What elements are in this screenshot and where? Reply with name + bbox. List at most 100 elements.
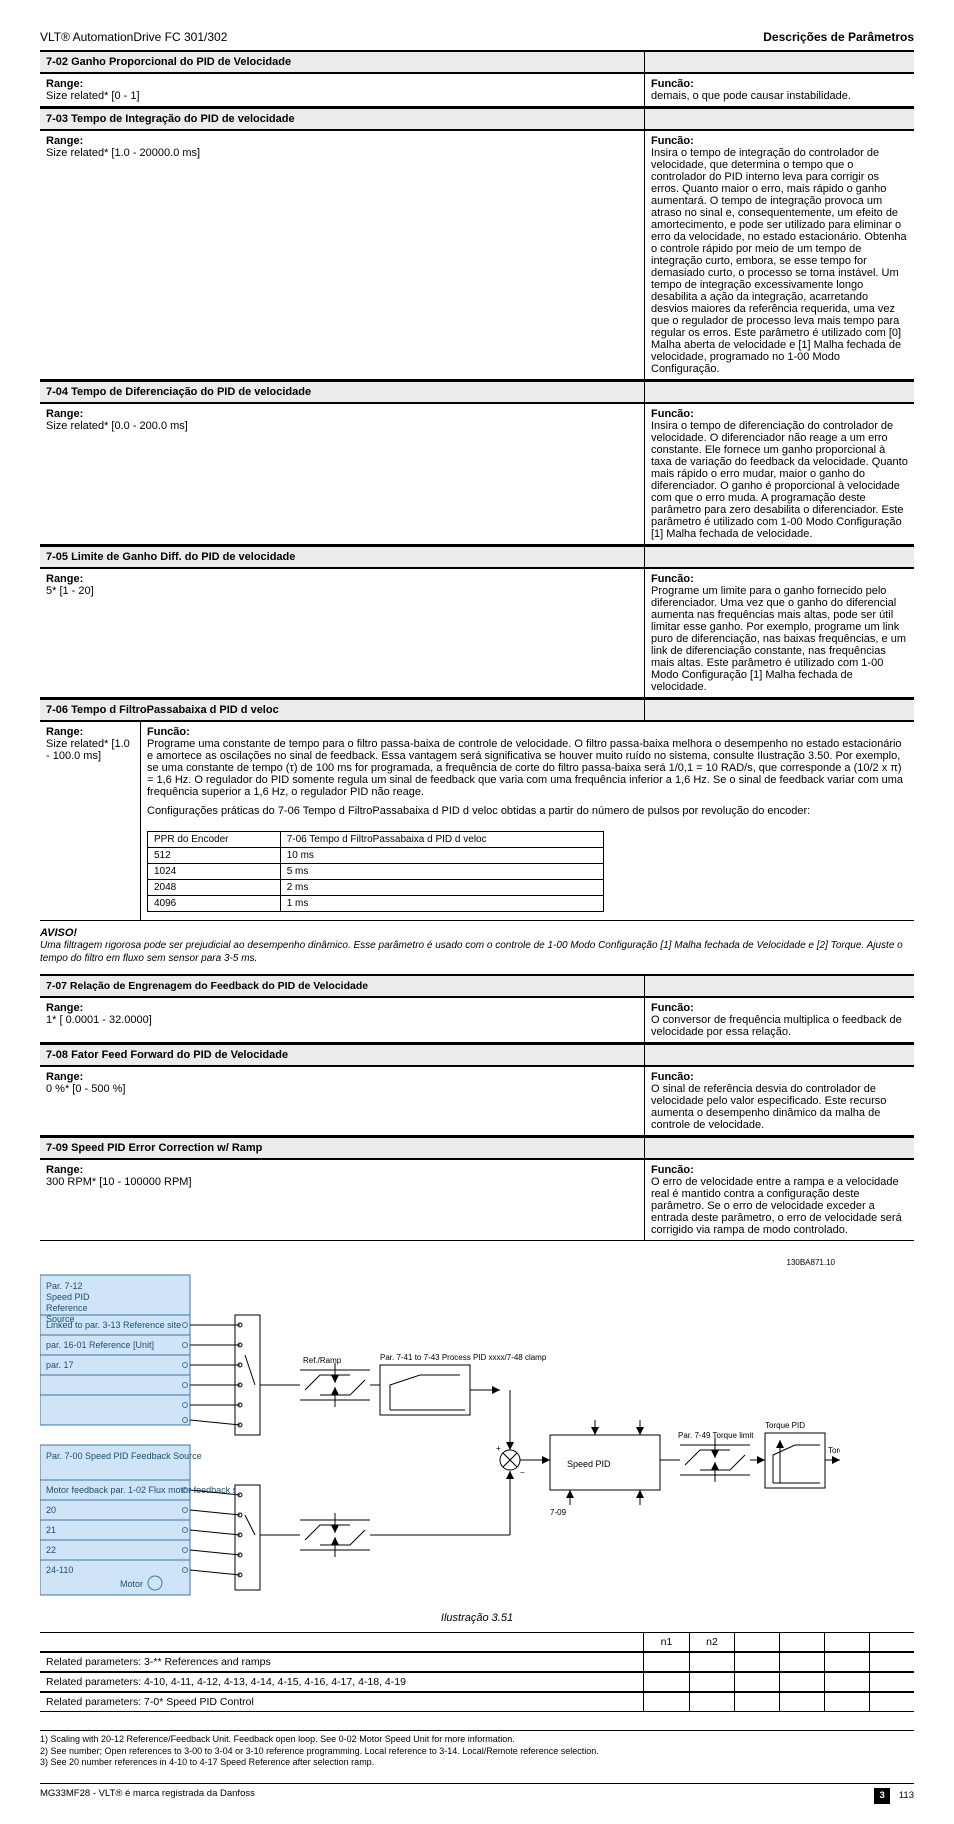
torque-limiter: [680, 1438, 750, 1482]
param-title: 7-06 Tempo d FiltroPassabaixa d PID d ve…: [40, 700, 644, 720]
param-7-07-title: 7-07 Relação de Engrenagem do Feedback d…: [40, 974, 914, 997]
ref-item: par. 16-01 Reference [Unit]: [46, 1340, 154, 1350]
param-7-05-title: 7-05 Limite de Ganho Diff. do PID de vel…: [40, 545, 914, 568]
control-loop-diagram: 130BA871.10 Par. 7-12Speed PIDReferenceS…: [40, 1255, 840, 1605]
range-value: Size related* [0 - 1]: [46, 90, 140, 102]
selector-2: [235, 1485, 260, 1590]
param-7-02-title: 7-02 Ganho Proporcional do PID de Veloci…: [40, 50, 914, 73]
related-left-head: [40, 1633, 644, 1651]
related-row: Related parameters: 4-10, 4-11, 4-12, 4-…: [40, 1672, 914, 1692]
enc-cell: 512: [148, 847, 281, 863]
enc-cell: 2048: [148, 879, 281, 895]
range-label: Range:: [46, 408, 83, 420]
func-label: Funcão:: [651, 1002, 694, 1014]
ref-item: Linked to par. 3-13 Reference site: [46, 1320, 181, 1330]
param-7-02-range: Range: Size related* [0 - 1]: [40, 74, 644, 106]
empty-cell: [644, 382, 914, 402]
enc-cell: 1 ms: [280, 895, 603, 911]
enc-head-right: 7-06 Tempo d FiltroPassabaixa d PID d ve…: [280, 831, 603, 847]
range-label: Range:: [46, 573, 83, 585]
param-7-03-title: 7-03 Tempo de Integração do PID de veloc…: [40, 107, 914, 130]
enc-cell: 10 ms: [280, 847, 603, 863]
range-cell: Range: Size related* [1.0 - 100.0 ms]: [40, 722, 140, 920]
ref-ramp-limiter: [300, 1363, 370, 1407]
empty-cell: [644, 976, 914, 996]
col: [869, 1633, 914, 1651]
motor-label: Motor: [120, 1579, 143, 1589]
col: n2: [689, 1633, 734, 1651]
range-cell: Range: Size related* [0.0 - 200.0 ms]: [40, 404, 644, 544]
func-cell: Funcão: O erro de velocidade entre a ram…: [644, 1160, 914, 1240]
func-text: O sinal de referência desvia do controla…: [651, 1083, 886, 1131]
func-cell: Funcão: O conversor de frequência multip…: [644, 998, 914, 1042]
param-title: 7-04 Tempo de Diferenciação do PID de ve…: [40, 382, 644, 402]
func-cell: Funcão: Programe uma constante de tempo …: [140, 722, 914, 920]
ref-ramp-label: Ref./Ramp: [303, 1356, 342, 1365]
param-title: 7-03 Tempo de Integração do PID de veloc…: [40, 109, 644, 129]
range-cell: Range: 1* [ 0.0001 - 32.0000]: [40, 998, 644, 1042]
empty-cell: [644, 1138, 914, 1158]
func-text: O erro de velocidade entre a rampa e a v…: [651, 1176, 902, 1236]
range-label: Range:: [46, 1071, 83, 1083]
param-title: 7-08 Fator Feed Forward do PID de Veloci…: [40, 1045, 644, 1065]
svg-text:+: +: [496, 1444, 501, 1453]
related-cols-head: n1 n2: [644, 1633, 914, 1651]
aviso-body: Uma filtragem rigorosa pode ser prejudic…: [40, 939, 914, 966]
svg-text:−: −: [520, 1468, 525, 1477]
func-label: Funcão:: [651, 135, 694, 147]
footer-right: 113: [899, 1790, 914, 1801]
param-7-09-title: 7-09 Speed PID Error Correction w/ Ramp: [40, 1136, 914, 1159]
footnote: 2) See number; Open references to 3-00 t…: [40, 1746, 914, 1758]
range-value: 300 RPM* [10 - 100000 RPM]: [46, 1176, 192, 1188]
param-7-08-row: Range: 0 %* [0 - 500 %] Funcão: O sinal …: [40, 1066, 914, 1136]
func-label: Funcão:: [651, 573, 694, 585]
footnotes: 1) Scaling with 20-12 Reference/Feedback…: [40, 1730, 914, 1769]
func-cell: Funcão: O sinal de referência desvia do …: [644, 1067, 914, 1135]
page-header: VLT® AutomationDrive FC 301/302 Descriçõ…: [40, 30, 914, 44]
range-value: 1* [ 0.0001 - 32.0000]: [46, 1014, 152, 1026]
range-value: Size related* [1.0 - 20000.0 ms]: [46, 147, 200, 159]
param-7-02-row: Range: Size related* [0 - 1] Funcão: dem…: [40, 73, 914, 107]
fb-limiter: [300, 1513, 370, 1557]
related-label: Related parameters: 7-0* Speed PID Contr…: [40, 1693, 644, 1711]
param-7-07-row: Range: 1* [ 0.0001 - 32.0000] Funcão: O …: [40, 997, 914, 1043]
related-row: Related parameters: 7-0* Speed PID Contr…: [40, 1692, 914, 1712]
torque-pid-block: [765, 1433, 825, 1488]
empty-cell: [644, 52, 914, 72]
func-text: O conversor de frequência multiplica o f…: [651, 1014, 902, 1038]
param-7-04-title: 7-04 Tempo de Diferenciação do PID de ve…: [40, 380, 914, 403]
range-label: Range:: [46, 135, 83, 147]
related-header-row: n1 n2: [40, 1632, 914, 1652]
range-value: Size related* [1.0 - 100.0 ms]: [46, 738, 130, 762]
range-cell: Range: 5* [1 - 20]: [40, 569, 644, 697]
footnote: 3) See 20 number references in 4-10 to 4…: [40, 1757, 914, 1769]
range-label: Range:: [46, 1164, 83, 1176]
func-text2: Configurações práticas do 7-06 Tempo d F…: [147, 804, 908, 819]
param-7-04-row: Range: Size related* [0.0 - 200.0 ms] Fu…: [40, 403, 914, 545]
fb-item: 22: [46, 1545, 56, 1555]
param-title: 7-09 Speed PID Error Correction w/ Ramp: [40, 1138, 644, 1158]
func-label: Funcão:: [651, 78, 694, 90]
empty-cell: [644, 547, 914, 567]
speed-pid-label: Speed PID: [567, 1459, 611, 1469]
range-label: Range:: [46, 78, 83, 90]
col: [734, 1633, 779, 1651]
diagram-caption: Ilustração 3.51: [40, 1612, 914, 1624]
aviso-head: AVISO!: [40, 927, 914, 939]
page-footer: MG33MF28 - VLT® é marca registrada da Da…: [40, 1783, 914, 1804]
param-7-03-row: Range: Size related* [1.0 - 20000.0 ms] …: [40, 130, 914, 380]
param-title: 7-05 Limite de Ganho Diff. do PID de vel…: [40, 547, 644, 567]
range-value: Size related* [0.0 - 200.0 ms]: [46, 420, 188, 432]
param-7-09-row: Range: 300 RPM* [10 - 100000 RPM] Funcão…: [40, 1159, 914, 1241]
enc-head-left: PPR do Encoder: [148, 831, 281, 847]
range-value: 5* [1 - 20]: [46, 585, 94, 597]
range-label: Range:: [46, 1002, 83, 1014]
param-7-06-title: 7-06 Tempo d FiltroPassabaixa d PID d ve…: [40, 698, 914, 721]
related-row: Related parameters: 3-** References and …: [40, 1652, 914, 1672]
page-header-left: VLT® AutomationDrive FC 301/302: [40, 30, 227, 44]
func-cell: Funcão: Insira o tempo de integração do …: [644, 131, 914, 379]
fb-source-title: Par. 7-00 Speed PID Feedback Source: [46, 1451, 202, 1461]
empty-cell: [644, 1045, 914, 1065]
page-header-right: Descrições de Parâmetros: [763, 30, 914, 44]
func-text: Insira o tempo de diferenciação do contr…: [651, 420, 908, 540]
